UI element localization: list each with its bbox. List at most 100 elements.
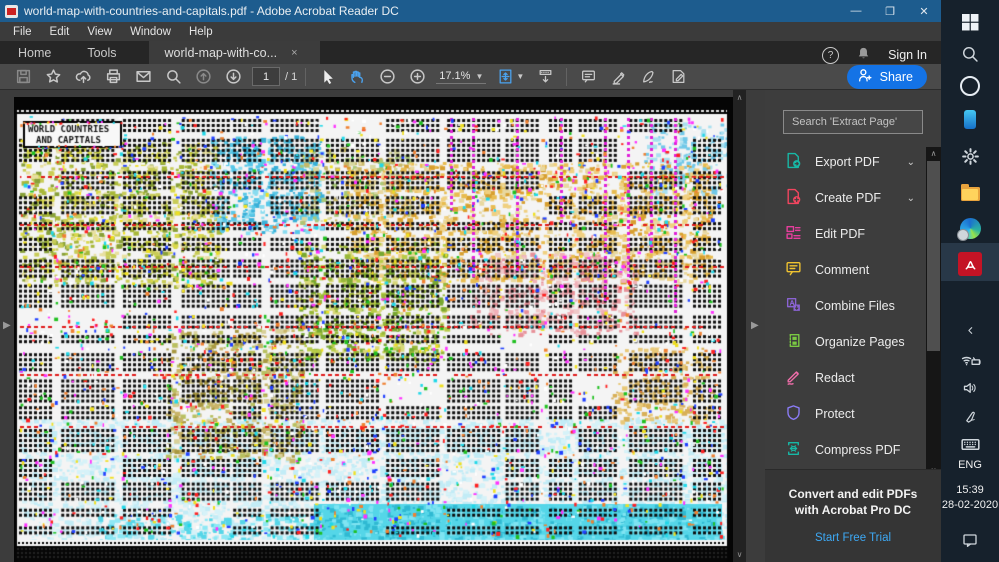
tool-item-create-pdf[interactable]: Create PDF ⌄ bbox=[765, 180, 941, 216]
star-icon[interactable] bbox=[38, 66, 68, 88]
restore-button[interactable]: ❐ bbox=[873, 0, 907, 22]
taskbar-date: 28-02-2020 bbox=[942, 499, 998, 511]
taskbar-search-icon[interactable] bbox=[941, 40, 999, 68]
tab-tools[interactable]: Tools bbox=[69, 41, 134, 64]
taskbar-acrobat-reader-icon[interactable] bbox=[941, 250, 999, 278]
tool-item-protect[interactable]: Protect bbox=[765, 396, 941, 432]
page-number-input[interactable]: 1 bbox=[252, 67, 280, 86]
tool-item-edit-pdf[interactable]: Edit PDF bbox=[765, 216, 941, 252]
tool-item-label: Create PDF bbox=[815, 191, 881, 205]
combine-files-icon bbox=[785, 296, 802, 316]
share-label: Share bbox=[880, 70, 913, 84]
taskbar-action-center-icon[interactable] bbox=[941, 528, 999, 552]
toolbar-divider bbox=[566, 68, 567, 86]
sign-tool-icon[interactable] bbox=[633, 66, 663, 88]
taskbar-clock[interactable]: 15:39 28-02-2020 bbox=[941, 482, 999, 514]
zoom-in-icon[interactable] bbox=[402, 66, 432, 88]
email-icon[interactable] bbox=[128, 66, 158, 88]
chevron-down-icon[interactable]: ⌄ bbox=[907, 193, 915, 204]
menu-item-file[interactable]: File bbox=[4, 22, 41, 41]
select-cursor-icon[interactable] bbox=[312, 66, 342, 88]
taskbar-your-phone-icon[interactable] bbox=[941, 105, 999, 133]
scroll-down-icon[interactable]: ∨ bbox=[737, 547, 743, 562]
page-count-label: / 1 bbox=[285, 71, 297, 83]
minimize-button[interactable]: — bbox=[839, 0, 873, 22]
taskbar-language[interactable]: ENG bbox=[941, 456, 999, 474]
print-icon[interactable] bbox=[98, 66, 128, 88]
page-down-icon[interactable] bbox=[218, 66, 248, 88]
hand-tool-icon[interactable] bbox=[342, 66, 372, 88]
tab-close-icon[interactable]: × bbox=[291, 47, 297, 59]
sign-in-button[interactable]: Sign In bbox=[888, 48, 927, 62]
comment-tool-icon[interactable] bbox=[573, 66, 603, 88]
taskbar-cortana-icon[interactable] bbox=[941, 72, 999, 100]
taskbar-pen-icon[interactable] bbox=[941, 402, 999, 430]
taskbar-tray-expand-icon[interactable] bbox=[941, 316, 999, 344]
taskbar-file-explorer-icon[interactable] bbox=[941, 180, 999, 208]
tools-search-input[interactable]: Search 'Extract Page' bbox=[783, 110, 923, 134]
menu-item-window[interactable]: Window bbox=[121, 22, 180, 41]
bell-icon[interactable] bbox=[856, 46, 871, 64]
taskbar-touch-keyboard-icon[interactable] bbox=[941, 430, 999, 458]
scrolling-mode-icon[interactable] bbox=[530, 66, 560, 88]
protect-icon bbox=[785, 404, 802, 424]
document-scrollbar[interactable]: ∧ ∨ bbox=[733, 90, 746, 562]
panel-scroll-thumb[interactable] bbox=[927, 161, 940, 351]
main-toolbar: 1 / 1 17.1% ▼ ▼ Share bbox=[0, 64, 941, 90]
page-view-dropdown-icon[interactable]: ▼ bbox=[516, 72, 524, 81]
export-pdf-icon bbox=[785, 152, 802, 172]
menu-item-edit[interactable]: Edit bbox=[41, 22, 79, 41]
edit-pdf-icon bbox=[785, 224, 802, 244]
redact-icon bbox=[785, 368, 802, 388]
scroll-up-icon[interactable]: ∧ bbox=[737, 90, 743, 105]
taskbar-settings-icon[interactable] bbox=[941, 142, 999, 170]
tools-list: Export PDF ⌄ Create PDF ⌄ Edit PDF Comment Com… bbox=[765, 144, 941, 468]
pdf-page-map[interactable] bbox=[14, 97, 733, 562]
tab-home[interactable]: Home bbox=[0, 41, 69, 64]
tools-panel: Search 'Extract Page' Export PDF⌄Create … bbox=[765, 90, 941, 562]
zoom-level-value: 17.1% bbox=[439, 70, 470, 82]
share-button[interactable]: Share bbox=[847, 65, 927, 89]
tool-item-comment[interactable]: Comment bbox=[765, 252, 941, 288]
taskbar-time: 15:39 bbox=[956, 484, 984, 496]
tool-item-organize-pages[interactable]: Organize Pages bbox=[765, 324, 941, 360]
promo-line2: with Acrobat Pro DC bbox=[795, 503, 911, 517]
left-panel-expand-icon[interactable]: ▶ bbox=[3, 320, 11, 331]
tool-item-label: Comment bbox=[815, 263, 869, 277]
tool-item-label: Export PDF bbox=[815, 155, 880, 169]
tool-item-label: Edit PDF bbox=[815, 227, 865, 241]
panel-scroll-up-icon[interactable]: ∧ bbox=[931, 149, 937, 158]
chevron-down-icon: ▼ bbox=[475, 72, 483, 81]
cloud-upload-icon[interactable] bbox=[68, 66, 98, 88]
tool-item-label: Protect bbox=[815, 407, 855, 421]
zoom-level-dropdown[interactable]: 17.1% ▼ bbox=[436, 69, 486, 84]
help-icon[interactable]: ? bbox=[822, 47, 839, 64]
window-titlebar: world-map-with-countries-and-capitals.pd… bbox=[0, 0, 941, 22]
tool-item-label: Compress PDF bbox=[815, 443, 900, 457]
document-area: ▶ ▶ ∧ ∨ bbox=[0, 90, 765, 562]
taskbar-edge-icon[interactable] bbox=[941, 214, 999, 242]
chevron-down-icon[interactable]: ⌄ bbox=[907, 157, 915, 168]
start-free-trial-link[interactable]: Start Free Trial bbox=[765, 532, 941, 544]
close-button[interactable]: ✕ bbox=[907, 0, 941, 22]
fill-sign-icon[interactable] bbox=[663, 66, 693, 88]
zoom-out-icon[interactable] bbox=[372, 66, 402, 88]
tab-bar: Home Tools world-map-with-co... × ? Sign… bbox=[0, 41, 941, 64]
menu-item-help[interactable]: Help bbox=[180, 22, 222, 41]
tool-item-label: Combine Files bbox=[815, 299, 895, 313]
taskbar-network-battery-icon[interactable] bbox=[941, 346, 999, 374]
menu-item-view[interactable]: View bbox=[78, 22, 121, 41]
tool-item-compress-pdf[interactable]: Compress PDF bbox=[765, 432, 941, 468]
windows-taskbar: ENG 15:39 28-02-2020 bbox=[941, 0, 999, 562]
search-icon[interactable] bbox=[158, 66, 188, 88]
tab-document[interactable]: world-map-with-co... × bbox=[149, 41, 320, 64]
taskbar-start-icon[interactable] bbox=[941, 8, 999, 36]
tool-item-export-pdf[interactable]: Export PDF ⌄ bbox=[765, 144, 941, 180]
highlight-tool-icon[interactable] bbox=[603, 66, 633, 88]
right-panel-expand-icon[interactable]: ▶ bbox=[751, 320, 759, 331]
tool-item-combine-files[interactable]: Combine Files bbox=[765, 288, 941, 324]
taskbar-volume-icon[interactable] bbox=[941, 374, 999, 402]
promo-line1: Convert and edit PDFs bbox=[789, 487, 918, 501]
tool-item-redact[interactable]: Redact bbox=[765, 360, 941, 396]
panel-scrollbar[interactable]: ∧ ∨ bbox=[926, 147, 941, 477]
